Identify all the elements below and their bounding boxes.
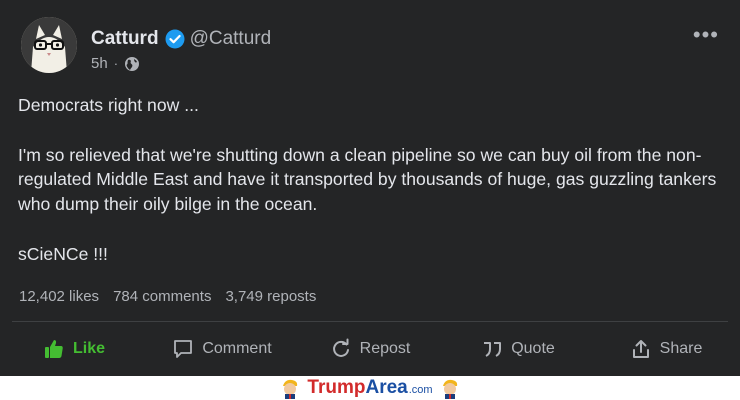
share-button[interactable]: Share (592, 322, 740, 376)
quote-button[interactable]: Quote (444, 322, 592, 376)
author-name[interactable]: Catturd (91, 28, 159, 50)
like-label: Like (72, 340, 105, 357)
author-line: Catturd @Catturd (91, 27, 271, 51)
post-card: Catturd @Catturd 5h · ••• Democrats righ… (0, 0, 740, 376)
brand-com: .com (408, 384, 433, 396)
comment-button[interactable]: Comment (148, 322, 296, 376)
reposts-count[interactable]: 3,749 reposts (225, 288, 316, 305)
verified-badge-icon (165, 29, 185, 49)
share-icon (632, 340, 649, 358)
post-body: Democrats right now ... I'm so relieved … (18, 93, 730, 267)
comments-count[interactable]: 784 comments (113, 288, 211, 305)
avatar[interactable] (21, 17, 77, 73)
author-handle[interactable]: @Catturd (190, 28, 272, 50)
more-options-icon[interactable]: ••• (693, 24, 719, 46)
brand-logo[interactable]: Trump Area .com (307, 377, 432, 399)
comment-icon (174, 340, 193, 358)
post-text-line: Democrats right now ... (18, 95, 199, 115)
brand-area: Area (365, 377, 408, 398)
trump-mascot-icon (442, 379, 457, 399)
post-text-paragraph: I'm so relieved that we're shutting down… (18, 144, 717, 215)
thumbs-up-icon (44, 340, 63, 358)
repost-button[interactable]: Repost (296, 322, 444, 376)
repost-label: Repost (359, 340, 411, 357)
post-time[interactable]: 5h (91, 55, 108, 72)
globe-icon (124, 56, 140, 72)
post-text-line: sCieNCe !!! (18, 243, 108, 264)
trump-mascot-icon (283, 379, 298, 399)
watermark-footer: Trump Area .com (0, 376, 740, 400)
likes-count[interactable]: 12,402 likes (19, 288, 99, 305)
like-button[interactable]: Like (0, 322, 148, 376)
share-label: Share (659, 340, 703, 357)
quote-label: Quote (511, 340, 555, 357)
comment-label: Comment (202, 340, 272, 357)
meta-separator: · (113, 56, 119, 71)
brand-trump: Trump (307, 377, 366, 398)
quote-icon (484, 342, 502, 357)
post-meta: 5h · (91, 55, 140, 72)
post-stats: 12,402 likes 784 comments 3,749 reposts (19, 288, 316, 305)
repost-icon (332, 338, 349, 357)
action-bar: Like Comment Repost Quote Share (0, 322, 740, 376)
